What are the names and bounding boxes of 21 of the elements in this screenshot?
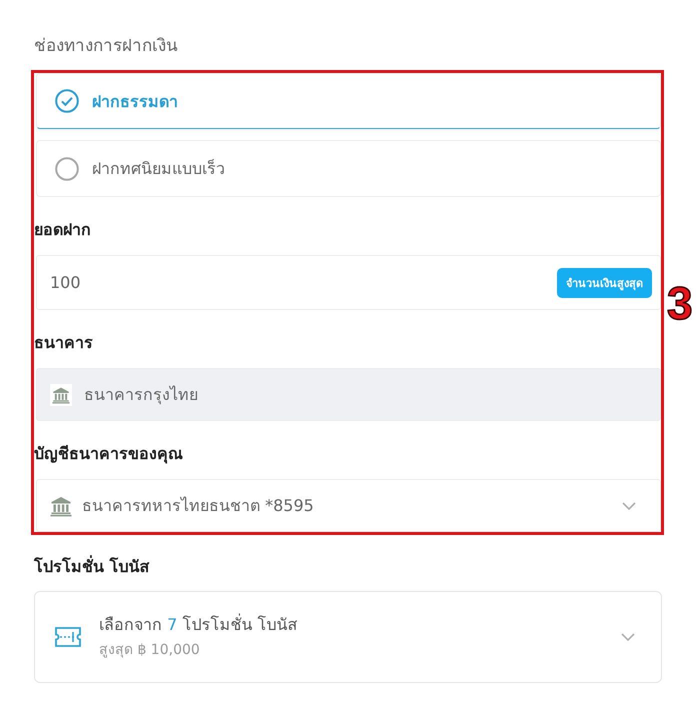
- field-label: ยอดฝาก: [34, 219, 91, 241]
- radio-circle-icon: [55, 156, 79, 180]
- promotion-label: โปรโมชั่น โบนัส: [34, 555, 150, 578]
- section-title: ช่องทางการฝากเงิน: [34, 35, 178, 58]
- ticket-icon: [55, 627, 81, 647]
- deposit-option[interactable]: ฝากธรรมดา: [36, 73, 661, 129]
- field-label: บัญชีธนาคารของคุณ: [34, 443, 183, 466]
- bank-icon: [50, 384, 72, 406]
- amount-value: 100: [50, 273, 81, 292]
- check-circle-icon: [55, 89, 79, 113]
- promotion-summary: เลือกจาก 7 โปรโมชั่น โบนัส: [99, 614, 298, 636]
- step-number: 3: [667, 282, 693, 322]
- deposit-option[interactable]: ฝากทศนิยมแบบเร็ว: [36, 140, 661, 197]
- account-value: ธนาคารทหารไทยธนชาต *8595: [82, 495, 314, 517]
- account-select[interactable]: ธนาคารทหารไทยธนชาต *8595: [36, 479, 661, 532]
- field-label: ธนาคาร: [34, 332, 93, 354]
- promotion-select[interactable]: เลือกจาก 7 โปรโมชั่น โบนัส สูงสุด ฿ 10,000: [34, 591, 662, 683]
- max-bonus-text: สูงสุด ฿ 10,000: [99, 641, 201, 660]
- bank-icon: [50, 494, 72, 516]
- amount-field[interactable]: 100 จำนวนเงินสูงสุด: [36, 255, 661, 310]
- bank-value: ธนาคารกรุงไทย: [84, 384, 198, 406]
